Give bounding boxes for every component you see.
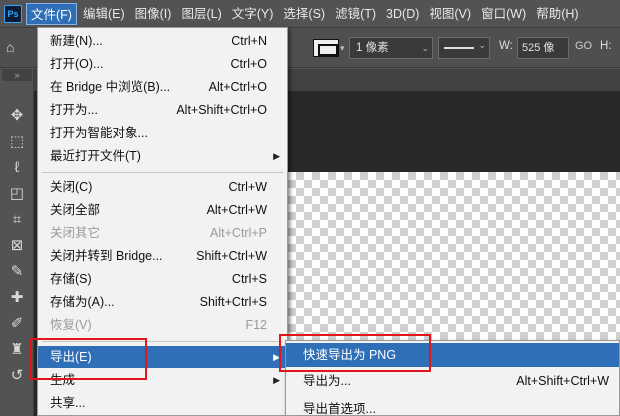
menu-item-save-as[interactable]: 存储为(A)... Shift+Ctrl+S (38, 291, 287, 313)
menu-edit[interactable]: 编辑(E) (79, 3, 129, 25)
menu-item-close-go-bridge[interactable]: 关闭并转到 Bridge... Shift+Ctrl+W (38, 245, 287, 267)
menu-item-export-preferences[interactable]: 导出首选项... (286, 397, 619, 416)
file-menu-dropdown: 新建(N)... Ctrl+N 打开(O)... Ctrl+O 在 Bridge 中… (37, 27, 288, 416)
menu-item-open[interactable]: 打开(O)... Ctrl+O (38, 53, 287, 75)
menu-item-close[interactable]: 关闭(C) Ctrl+W (38, 176, 287, 198)
menu-item-recent-files[interactable]: 最近打开文件(T) ▶ (38, 145, 287, 167)
frame-icon[interactable]: ⊠ (6, 235, 28, 257)
collapse-toggle[interactable]: » (2, 69, 32, 81)
link-dimensions-icon[interactable]: GO (575, 40, 592, 52)
menu-filter[interactable]: 滤镜(T) (331, 3, 380, 25)
menu-layer[interactable]: 图层(L) (177, 3, 225, 25)
chevron-down-icon[interactable]: ⌄ (478, 40, 486, 51)
width-field[interactable]: 525 像 (517, 37, 569, 59)
chevron-down-icon[interactable]: ⌄ (421, 38, 429, 58)
width-label: W: (499, 40, 513, 52)
menu-image[interactable]: 图像(I) (131, 3, 176, 25)
menu-item-export[interactable]: 导出(E) ▶ (38, 346, 287, 368)
menu-item-export-as[interactable]: 导出为... Alt+Shift+Ctrl+W (286, 369, 619, 393)
healing-icon[interactable]: ✚ (6, 287, 28, 309)
menu-item-close-all[interactable]: 关闭全部 Alt+Ctrl+W (38, 199, 287, 221)
menu-help[interactable]: 帮助(H) (532, 3, 582, 25)
height-label: H: (600, 40, 612, 52)
menubar: Ps 文件(F) 编辑(E) 图像(I) 图层(L) 文字(Y) 选择(S) 滤… (0, 0, 620, 28)
menu-type[interactable]: 文字(Y) (228, 3, 278, 25)
menu-item-save[interactable]: 存储(S) Ctrl+S (38, 268, 287, 290)
menu-window[interactable]: 窗口(W) (477, 3, 530, 25)
move-icon[interactable]: ✥ (6, 105, 28, 127)
menu-3d[interactable]: 3D(D) (382, 3, 423, 25)
history-brush-icon[interactable]: ↺ (6, 365, 28, 387)
home-icon[interactable]: ⌂ (6, 39, 20, 55)
lasso-icon[interactable]: ℓ (6, 157, 28, 179)
menu-item-revert: 恢复(V) F12 (50, 318, 267, 332)
menu-select[interactable]: 选择(S) (279, 3, 329, 25)
menu-view[interactable]: 视图(V) (425, 3, 475, 25)
tools-panel: » ✥ ⬚ ℓ ◰ ⌗ ⊠ ✎ ✚ ✐ ♜ ↺ (0, 69, 34, 416)
menu-item-new[interactable]: 新建(N)... Ctrl+N (38, 30, 287, 52)
marquee-icon[interactable]: ⬚ (6, 131, 28, 153)
stroke-type-dropdown[interactable]: ⌄ (438, 37, 490, 59)
export-submenu: 快速导出为 PNG 导出为... Alt+Shift+Ctrl+W 导出首选项..… (285, 340, 620, 416)
menu-separator (42, 341, 283, 342)
menu-item-generate[interactable]: 生成 ▶ (38, 369, 287, 391)
crop-icon[interactable]: ⌗ (6, 209, 28, 231)
stroke-width-field[interactable]: 1 像素 ⌄ (349, 37, 433, 59)
stroke-width-value: 1 像素 (356, 42, 389, 54)
menu-item-share[interactable]: 共享... (38, 392, 287, 414)
menu-item-open-smart-object[interactable]: 打开为智能对象... (38, 122, 287, 144)
object-select-icon[interactable]: ◰ (6, 183, 28, 205)
menu-item-close-others: 关闭其它 Alt+Ctrl+P (50, 226, 267, 240)
eyedropper-icon[interactable]: ✎ (6, 261, 28, 283)
menu-item-browse-bridge[interactable]: 在 Bridge 中浏览(B)... Alt+Ctrl+O (38, 76, 287, 98)
menu-separator (42, 172, 283, 173)
stamp-icon[interactable]: ♜ (6, 339, 28, 361)
photoshop-logo: Ps (4, 4, 22, 23)
menu-file[interactable]: 文件(F) (26, 2, 77, 25)
menu-item-quick-export-png[interactable]: 快速导出为 PNG (286, 343, 619, 367)
submenu-arrow-icon: ▶ (273, 151, 280, 161)
stroke-color-swatch[interactable] (313, 39, 339, 57)
submenu-arrow-icon: ▶ (273, 352, 280, 362)
menu-item-open-as[interactable]: 打开为... Alt+Shift+Ctrl+O (38, 99, 287, 121)
submenu-arrow-icon: ▶ (273, 375, 280, 385)
brush-icon[interactable]: ✐ (6, 313, 28, 335)
